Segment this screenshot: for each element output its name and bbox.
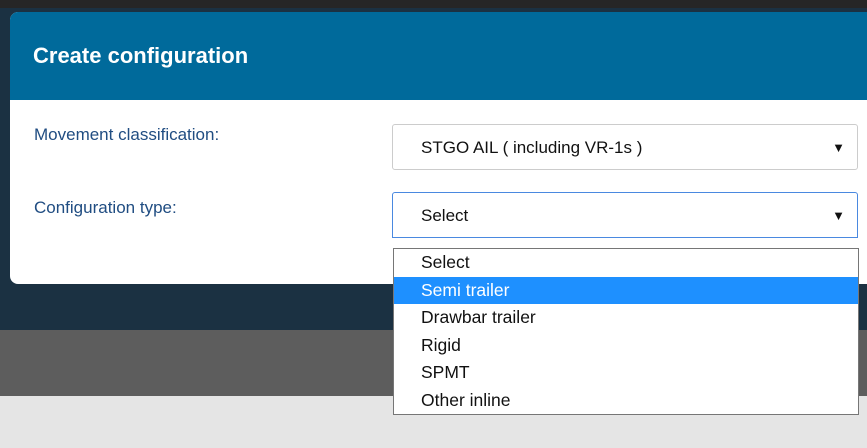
dropdown-option-spmt[interactable]: SPMT	[394, 359, 858, 387]
dropdown-option-rigid[interactable]: Rigid	[394, 332, 858, 360]
movement-classification-label: Movement classification:	[34, 125, 220, 144]
configuration-type-value: Select	[421, 206, 469, 225]
configuration-type-select[interactable]: Select ▼	[392, 192, 858, 238]
chevron-down-icon: ▼	[832, 208, 845, 223]
dialog-title: Create configuration	[33, 43, 249, 68]
window-top-strip	[0, 0, 867, 8]
configuration-type-dropdown-list: Select Semi trailer Drawbar trailer Rigi…	[393, 248, 859, 415]
chevron-down-icon: ▼	[832, 140, 845, 155]
create-configuration-dialog: Create configuration Movement classifica…	[10, 12, 867, 284]
movement-classification-select[interactable]: STGO AIL ( including VR-1s ) ▼	[392, 124, 858, 170]
dropdown-option-select[interactable]: Select	[394, 249, 858, 277]
dropdown-option-semi-trailer[interactable]: Semi trailer	[394, 276, 858, 304]
movement-classification-value: STGO AIL ( including VR-1s )	[421, 138, 643, 157]
dropdown-option-drawbar-trailer[interactable]: Drawbar trailer	[394, 304, 858, 332]
configuration-type-label: Configuration type:	[34, 198, 177, 217]
dialog-header: Create configuration	[10, 12, 867, 100]
dropdown-option-other-inline[interactable]: Other inline	[394, 387, 858, 415]
